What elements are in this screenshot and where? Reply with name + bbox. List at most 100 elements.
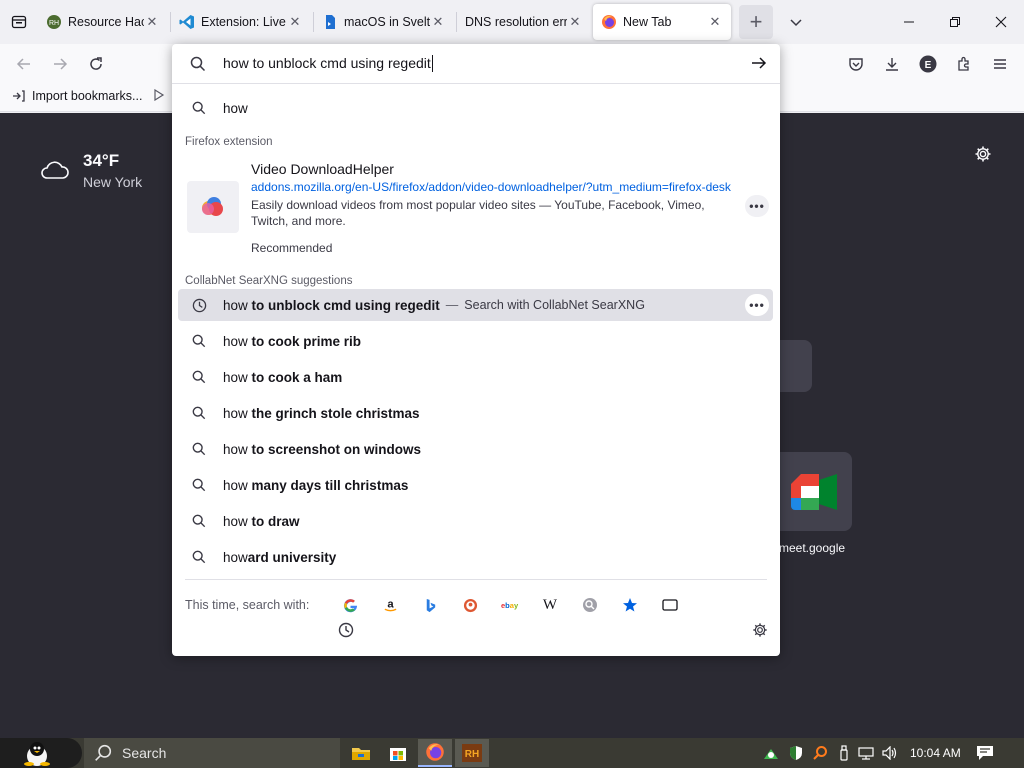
firefox-icon — [426, 743, 444, 761]
tab-extension-live-server[interactable]: Extension: Live S ✕ — [171, 4, 311, 40]
account-button[interactable]: E — [914, 50, 942, 78]
restore-button[interactable] — [932, 0, 978, 44]
firefox-icon — [601, 14, 617, 30]
search-icon — [95, 744, 112, 761]
urlbar-input-row[interactable]: how to unblock cmd using regedit — [172, 44, 780, 84]
taskbar-firefox[interactable] — [418, 739, 452, 767]
search-action-text: Search with CollabNet SearXNG — [464, 298, 645, 312]
suggestion-row[interactable]: how — [178, 92, 773, 124]
suggestion-row-selected[interactable]: how to unblock cmd using regedit — Searc… — [178, 289, 773, 321]
shortcut-tile[interactable] — [780, 340, 812, 392]
suggestion-text: how to cook prime rib — [223, 334, 361, 349]
result-menu-button[interactable]: ••• — [745, 195, 769, 217]
result-menu-button[interactable]: ••• — [745, 294, 769, 316]
taskbar-resource-hacker[interactable]: RH — [455, 739, 489, 767]
network-share-icon[interactable] — [762, 745, 780, 761]
amazon-icon: a — [384, 598, 396, 611]
weather-temperature: 34°F — [83, 151, 120, 170]
downloads-button[interactable] — [878, 50, 906, 78]
hamburger-icon — [994, 59, 1006, 69]
recommended-badge: Recommended — [251, 241, 333, 255]
urlbar-input[interactable]: how to unblock cmd using regedit — [223, 55, 433, 73]
tab-macos-in-svelte[interactable]: macOS in Svelte ✕ — [314, 4, 454, 40]
notifications-button[interactable] — [976, 738, 994, 768]
resource-hacker-icon: RH — [462, 744, 482, 762]
suggestion-row[interactable]: howard university — [178, 541, 773, 573]
tab-title: Extension: Live S — [201, 15, 287, 29]
personalize-button[interactable] — [974, 145, 992, 166]
suggestion-completion: to screenshot on windows — [247, 441, 422, 457]
arrow-right-icon — [54, 58, 68, 70]
weather-widget[interactable]: 34°F New York — [40, 151, 142, 190]
engine-amazon-button[interactable]: a — [376, 592, 404, 618]
close-icon[interactable]: ✕ — [144, 14, 160, 30]
close-icon[interactable]: ✕ — [707, 14, 723, 30]
pocket-button[interactable] — [842, 50, 870, 78]
import-bookmarks-button[interactable]: Import bookmarks... — [12, 89, 142, 103]
tab-resource-hacker[interactable]: RH Resource Hacke ✕ — [38, 4, 168, 40]
back-button[interactable] — [10, 50, 38, 78]
suggestion-text: how — [223, 100, 248, 116]
separator-dash: — — [445, 298, 459, 312]
extension-description: Easily download videos from most popular… — [251, 198, 705, 228]
tab-new-tab[interactable]: New Tab ✕ — [593, 4, 731, 40]
close-icon[interactable]: ✕ — [287, 14, 303, 30]
suggestion-row[interactable]: how to cook prime rib — [178, 325, 773, 357]
engine-searxng-button[interactable] — [576, 592, 604, 618]
extensions-button[interactable] — [950, 50, 978, 78]
shield-icon[interactable] — [788, 745, 804, 761]
extension-group-label: Firefox extension — [185, 136, 273, 148]
import-icon — [13, 90, 25, 102]
arrow-left-icon — [16, 58, 30, 70]
network-icon[interactable] — [858, 746, 874, 760]
taskbar-file-explorer[interactable] — [344, 739, 378, 767]
svelte-doc-icon — [322, 14, 338, 30]
list-all-tabs-button[interactable] — [779, 5, 813, 39]
suggestion-row[interactable]: how to draw — [178, 505, 773, 537]
extension-url[interactable]: addons.mozilla.org/en-US/firefox/addon/v… — [251, 180, 731, 194]
suggestion-row[interactable]: how to screenshot on windows — [178, 433, 773, 465]
search-magnifier-icon[interactable] — [812, 745, 828, 761]
getting-started-bookmark[interactable] — [153, 89, 165, 101]
close-icon[interactable]: ✕ — [430, 14, 446, 30]
go-button[interactable] — [750, 54, 768, 75]
search-settings-button[interactable] — [752, 622, 768, 641]
taskbar-search[interactable]: Search — [84, 738, 340, 768]
reload-button[interactable] — [82, 50, 110, 78]
engine-history-button[interactable] — [338, 622, 354, 641]
shortcut-tile-meet[interactable] — [776, 452, 852, 531]
os-taskbar: Search RH 10:04 AM — [0, 738, 1024, 768]
new-tab-button[interactable]: + — [739, 5, 773, 39]
suggestion-row[interactable]: how many days till christmas — [178, 469, 773, 501]
minimize-button[interactable] — [886, 0, 932, 44]
engine-ebay-button[interactable]: ebay — [496, 592, 524, 618]
taskbar-clock[interactable]: 10:04 AM — [910, 746, 961, 760]
firefox-view-button[interactable] — [0, 0, 38, 44]
menu-button[interactable] — [986, 50, 1014, 78]
engine-bookmarks-button[interactable] — [616, 592, 644, 618]
engine-google-button[interactable] — [336, 592, 364, 618]
extension-suggestion[interactable]: Video DownloadHelper addons.mozilla.org/… — [178, 159, 773, 259]
usb-device-icon[interactable] — [838, 745, 850, 761]
engine-duckduckgo-button[interactable] — [456, 592, 484, 618]
suggestion-row[interactable]: how the grinch stole christmas — [178, 397, 773, 429]
forward-button[interactable] — [46, 50, 74, 78]
tray-icons — [762, 738, 898, 768]
taskbar-store[interactable] — [381, 739, 415, 767]
engine-bing-button[interactable] — [416, 592, 444, 618]
tux-penguin-icon — [24, 742, 50, 766]
suggestion-row[interactable]: how to cook a ham — [178, 361, 773, 393]
shortcut-label: meet.google — [779, 541, 846, 555]
close-window-button[interactable] — [978, 0, 1024, 44]
duckduckgo-icon — [463, 598, 477, 612]
close-icon[interactable]: ✕ — [567, 14, 583, 30]
suggestion-typed-part: how — [223, 369, 248, 385]
suggestion-completion: ard university — [247, 549, 337, 565]
tab-dns-resolution-error[interactable]: DNS resolution error ✕ — [457, 4, 591, 40]
start-button[interactable] — [0, 738, 82, 768]
engine-wikipedia-button[interactable]: W — [536, 592, 564, 618]
engine-tabs-button[interactable] — [656, 592, 684, 618]
speaker-icon[interactable] — [882, 746, 898, 760]
suggestion-typed-part: how — [223, 549, 248, 565]
more-dots-icon: ••• — [749, 298, 765, 312]
